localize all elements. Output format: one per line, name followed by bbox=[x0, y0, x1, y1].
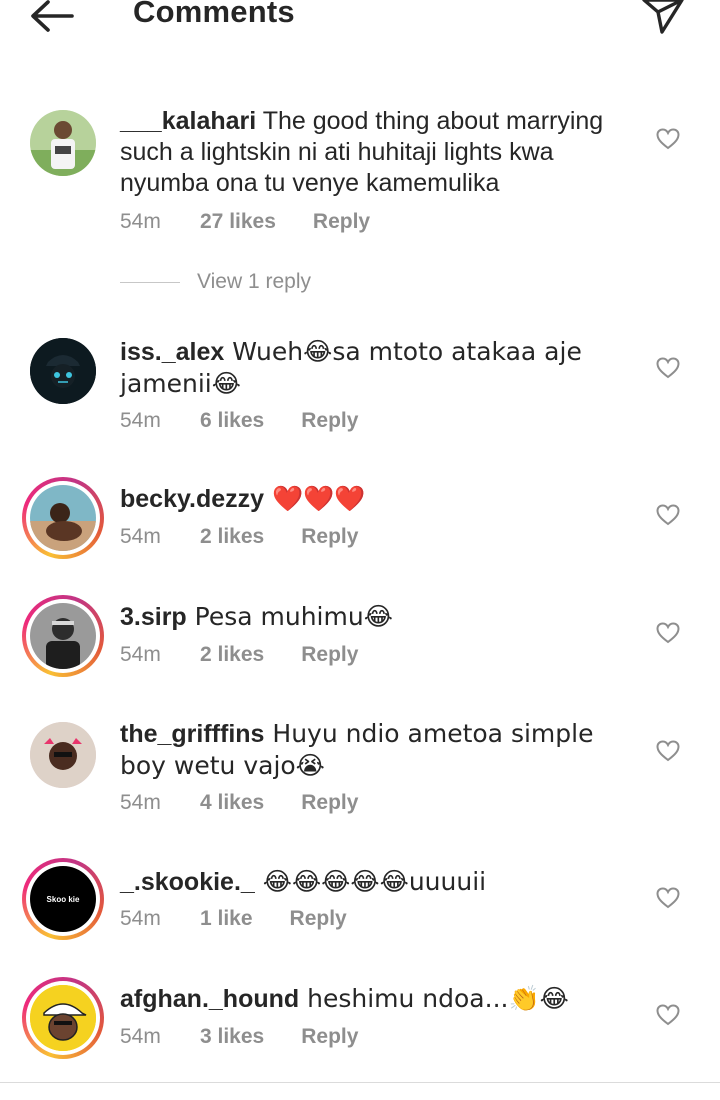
comment-meta: 54m 2 likes Reply bbox=[120, 525, 358, 549]
view-replies-label: View 1 reply bbox=[197, 270, 312, 293]
comment-meta: 54m 27 likes Reply bbox=[120, 210, 370, 234]
avatar[interactable]: Skoo kie bbox=[22, 858, 104, 940]
avatar[interactable] bbox=[22, 330, 104, 412]
avatar-image bbox=[30, 985, 96, 1051]
avatar-image bbox=[30, 485, 96, 551]
avatar-logo-text: Skoo kie bbox=[46, 894, 80, 904]
comment-username[interactable]: becky.dezzy bbox=[120, 485, 264, 513]
avatar-image bbox=[30, 722, 96, 788]
heart-icon bbox=[656, 887, 680, 909]
comment-body: 😂😂😂😂😂uuuuii bbox=[254, 867, 487, 896]
like-button[interactable] bbox=[656, 504, 680, 526]
heart-icon bbox=[656, 128, 680, 150]
comment-time: 54m bbox=[120, 409, 161, 432]
reply-button[interactable]: Reply bbox=[301, 1025, 358, 1049]
avatar[interactable] bbox=[22, 595, 104, 677]
comment-likes[interactable]: 27 likes bbox=[200, 210, 276, 234]
comment-body: ❤️❤️❤️ bbox=[264, 484, 366, 513]
comment-text: _.skookie._ 😂😂😂😂😂uuuuii bbox=[120, 866, 640, 898]
like-button[interactable] bbox=[656, 622, 680, 644]
comment-likes[interactable]: 3 likes bbox=[200, 1025, 264, 1049]
comment-time: 54m bbox=[120, 907, 161, 930]
bottom-divider bbox=[0, 1082, 720, 1083]
comment-username[interactable]: 3.sirp bbox=[120, 603, 187, 631]
back-button[interactable] bbox=[28, 0, 76, 34]
comment-time: 54m bbox=[120, 525, 161, 548]
comment-username[interactable]: iss._alex bbox=[120, 338, 224, 366]
arrow-left-icon bbox=[31, 0, 74, 32]
heart-icon bbox=[656, 740, 680, 762]
comment-time: 54m bbox=[120, 643, 161, 666]
comment-time: 54m bbox=[120, 791, 161, 814]
send-button[interactable] bbox=[640, 0, 686, 36]
comment-text: becky.dezzy ❤️❤️❤️ bbox=[120, 483, 640, 515]
comment-username[interactable]: the_grifffins bbox=[120, 720, 264, 748]
comment-text: 3.sirp Pesa muhimu😂 bbox=[120, 601, 640, 633]
comment-text: iss._alex Wueh😂sa mtoto atakaa aje jamen… bbox=[120, 336, 640, 400]
comment-body: heshimu ndoa...👏😂 bbox=[299, 984, 569, 1013]
like-button[interactable] bbox=[656, 1004, 680, 1026]
avatar[interactable] bbox=[22, 977, 104, 1059]
comment-likes[interactable]: 2 likes bbox=[200, 525, 264, 549]
divider-line bbox=[120, 281, 180, 283]
comment-text: the_grifffins Huyu ndio ametoa simple bo… bbox=[120, 718, 640, 782]
avatar[interactable] bbox=[22, 714, 104, 796]
reply-button[interactable]: Reply bbox=[301, 409, 358, 433]
reply-button[interactable]: Reply bbox=[301, 525, 358, 549]
avatar-image bbox=[30, 110, 96, 176]
comment-time: 54m bbox=[120, 1025, 161, 1048]
reply-button[interactable]: Reply bbox=[301, 791, 358, 815]
view-replies-button[interactable]: View 1 reply bbox=[120, 270, 311, 294]
comment-username[interactable]: _.skookie._ bbox=[120, 868, 255, 896]
comment-text: ___kalahari The good thing about marryin… bbox=[120, 106, 640, 199]
comment-time: 54m bbox=[120, 210, 161, 233]
avatar-image bbox=[30, 338, 96, 404]
paper-plane-icon bbox=[642, 0, 684, 34]
comment-meta: 54m 4 likes Reply bbox=[120, 791, 358, 815]
comment-meta: 54m 6 likes Reply bbox=[120, 409, 358, 433]
header: Comments bbox=[0, 0, 720, 40]
comment-username[interactable]: ___kalahari bbox=[120, 107, 256, 135]
like-button[interactable] bbox=[656, 740, 680, 762]
comment-text: afghan._hound heshimu ndoa...👏😂 bbox=[120, 983, 640, 1015]
like-button[interactable] bbox=[656, 128, 680, 150]
heart-icon bbox=[656, 504, 680, 526]
heart-icon bbox=[656, 357, 680, 379]
reply-button[interactable]: Reply bbox=[301, 643, 358, 667]
comment-likes[interactable]: 2 likes bbox=[200, 643, 264, 667]
comment-username[interactable]: afghan._hound bbox=[120, 985, 299, 1013]
comment-likes[interactable]: 1 like bbox=[200, 907, 253, 931]
avatar-image bbox=[30, 603, 96, 669]
comment-likes[interactable]: 6 likes bbox=[200, 409, 264, 433]
comment-body: Pesa muhimu😂 bbox=[186, 602, 393, 631]
comment-meta: 54m 3 likes Reply bbox=[120, 1025, 358, 1049]
comment-likes[interactable]: 4 likes bbox=[200, 791, 264, 815]
like-button[interactable] bbox=[656, 357, 680, 379]
heart-icon bbox=[656, 622, 680, 644]
reply-button[interactable]: Reply bbox=[290, 907, 347, 931]
like-button[interactable] bbox=[656, 887, 680, 909]
heart-icon bbox=[656, 1004, 680, 1026]
avatar[interactable] bbox=[22, 102, 104, 184]
page-title: Comments bbox=[133, 0, 295, 29]
comment-meta: 54m 1 like Reply bbox=[120, 907, 347, 931]
comment-meta: 54m 2 likes Reply bbox=[120, 643, 358, 667]
reply-button[interactable]: Reply bbox=[313, 210, 370, 234]
avatar[interactable] bbox=[22, 477, 104, 559]
